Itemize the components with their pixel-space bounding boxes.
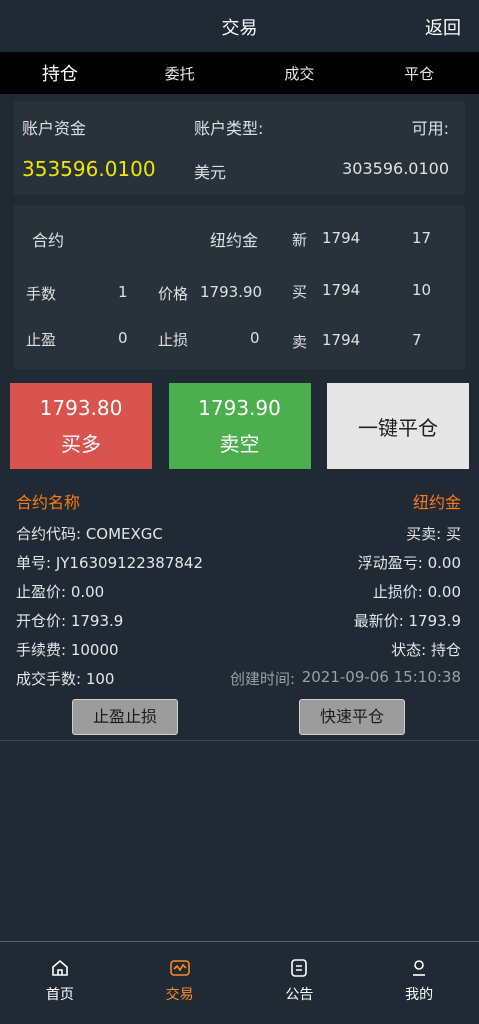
nav-profile[interactable]: 我的 [359,942,479,1024]
tab-positions[interactable]: 持仓 [0,60,120,86]
quote-qty: 7 [412,331,422,349]
created-value: 2021-09-06 15:10:38 [301,668,461,686]
take-profit-label: 止盈 [26,331,57,349]
quote-side: 买 [292,283,308,301]
quote-qty: 10 [412,281,432,299]
app-header: 交易 返回 [0,0,479,52]
nav-notice[interactable]: 公告 [240,942,360,1024]
bottom-nav: 首页 交易 公告 我的 [0,941,479,1024]
account-type-label: 账户类型: [194,119,264,138]
available-value: 303596.0100 [342,159,449,178]
price-value[interactable]: 1793.90 [200,283,262,301]
tab-deals[interactable]: 成交 [240,63,360,84]
lots-value[interactable]: 1 [118,283,128,301]
notice-icon [240,958,360,980]
tab-orders[interactable]: 委托 [120,63,240,84]
quote-qty: 17 [412,229,432,247]
position-name-label: 合约名称 [16,493,81,512]
nav-home[interactable]: 首页 [0,942,120,1024]
nav-trade-label: 交易 [165,987,194,1003]
quick-close-button[interactable]: 快速平仓 [299,699,405,735]
quote-price: 1794 [322,281,361,299]
position-take-profit: 止盈价: 0.00 [16,583,105,601]
position-filled: 成交手数: 100 [16,670,115,688]
position-open-price: 开仓价: 1793.9 [16,612,124,630]
quote-side: 新 [292,231,308,249]
account-type-value: 美元 [194,163,227,182]
price-label: 价格 [158,285,189,303]
tab-bar: 持仓 委托 成交 平仓 [0,52,479,94]
quote-price: 1794 [322,331,361,349]
nav-profile-label: 我的 [405,987,434,1003]
stop-loss-value[interactable]: 0 [250,329,260,347]
trade-actions: 1793.80 买多 1793.90 卖空 一键平仓 [0,383,479,469]
funds-label: 账户资金 [22,119,87,138]
trade-icon [120,958,240,980]
nav-home-label: 首页 [45,987,74,1003]
page-title: 交易 [221,18,258,39]
nav-trade[interactable]: 交易 [120,942,240,1024]
take-profit-value[interactable]: 0 [118,329,128,347]
position-order-no: 单号: JY16309122387842 [16,554,204,572]
position-name-value: 纽约金 [412,493,461,512]
position-direction: 买卖: 买 [406,525,461,543]
contract-panel: 合约 纽约金 手数 1 价格 1793.90 止盈 0 止损 0 新 1794 … [14,205,465,369]
position-code: 合约代码: COMEXGC [16,525,163,543]
position-fee: 手续费: 10000 [16,641,119,659]
sell-price: 1793.90 [198,395,281,420]
contract-label: 合约 [32,231,65,250]
contract-name[interactable]: 纽约金 [210,227,258,251]
account-panel: 账户资金 账户类型: 可用: 353596.0100 美元 303596.010… [14,101,465,195]
quote-price: 1794 [322,229,361,247]
divider [0,740,479,741]
funds-value: 353596.0100 [22,157,156,181]
nav-notice-label: 公告 [285,987,314,1003]
quote-side: 卖 [292,333,308,351]
back-button[interactable]: 返回 [425,14,461,40]
position-status: 状态: 持仓 [391,641,461,659]
buy-label: 买多 [61,431,101,456]
close-all-button[interactable]: 一键平仓 [327,383,469,469]
created-label: 创建时间: [230,670,296,688]
available-label: 可用: [411,119,449,138]
buy-price: 1793.80 [39,395,123,420]
tpsl-button[interactable]: 止盈止损 [72,699,178,735]
sell-label: 卖空 [219,431,260,456]
position-float-pl: 浮动盈亏: 0.00 [357,554,461,572]
position-card: 合约名称 纽约金 合约代码: COMEXGC 买卖: 买 单号: JY16309… [0,479,479,759]
position-stop-loss: 止损价: 0.00 [372,583,461,601]
buy-long-button[interactable]: 1793.80 买多 [10,383,152,469]
home-icon [0,958,120,980]
user-icon [359,958,479,980]
stop-loss-label: 止损 [158,331,189,349]
lots-label: 手数 [26,285,57,303]
sell-short-button[interactable]: 1793.90 卖空 [168,383,311,469]
tab-closed[interactable]: 平仓 [359,63,479,84]
position-last-price: 最新价: 1793.9 [353,612,461,630]
